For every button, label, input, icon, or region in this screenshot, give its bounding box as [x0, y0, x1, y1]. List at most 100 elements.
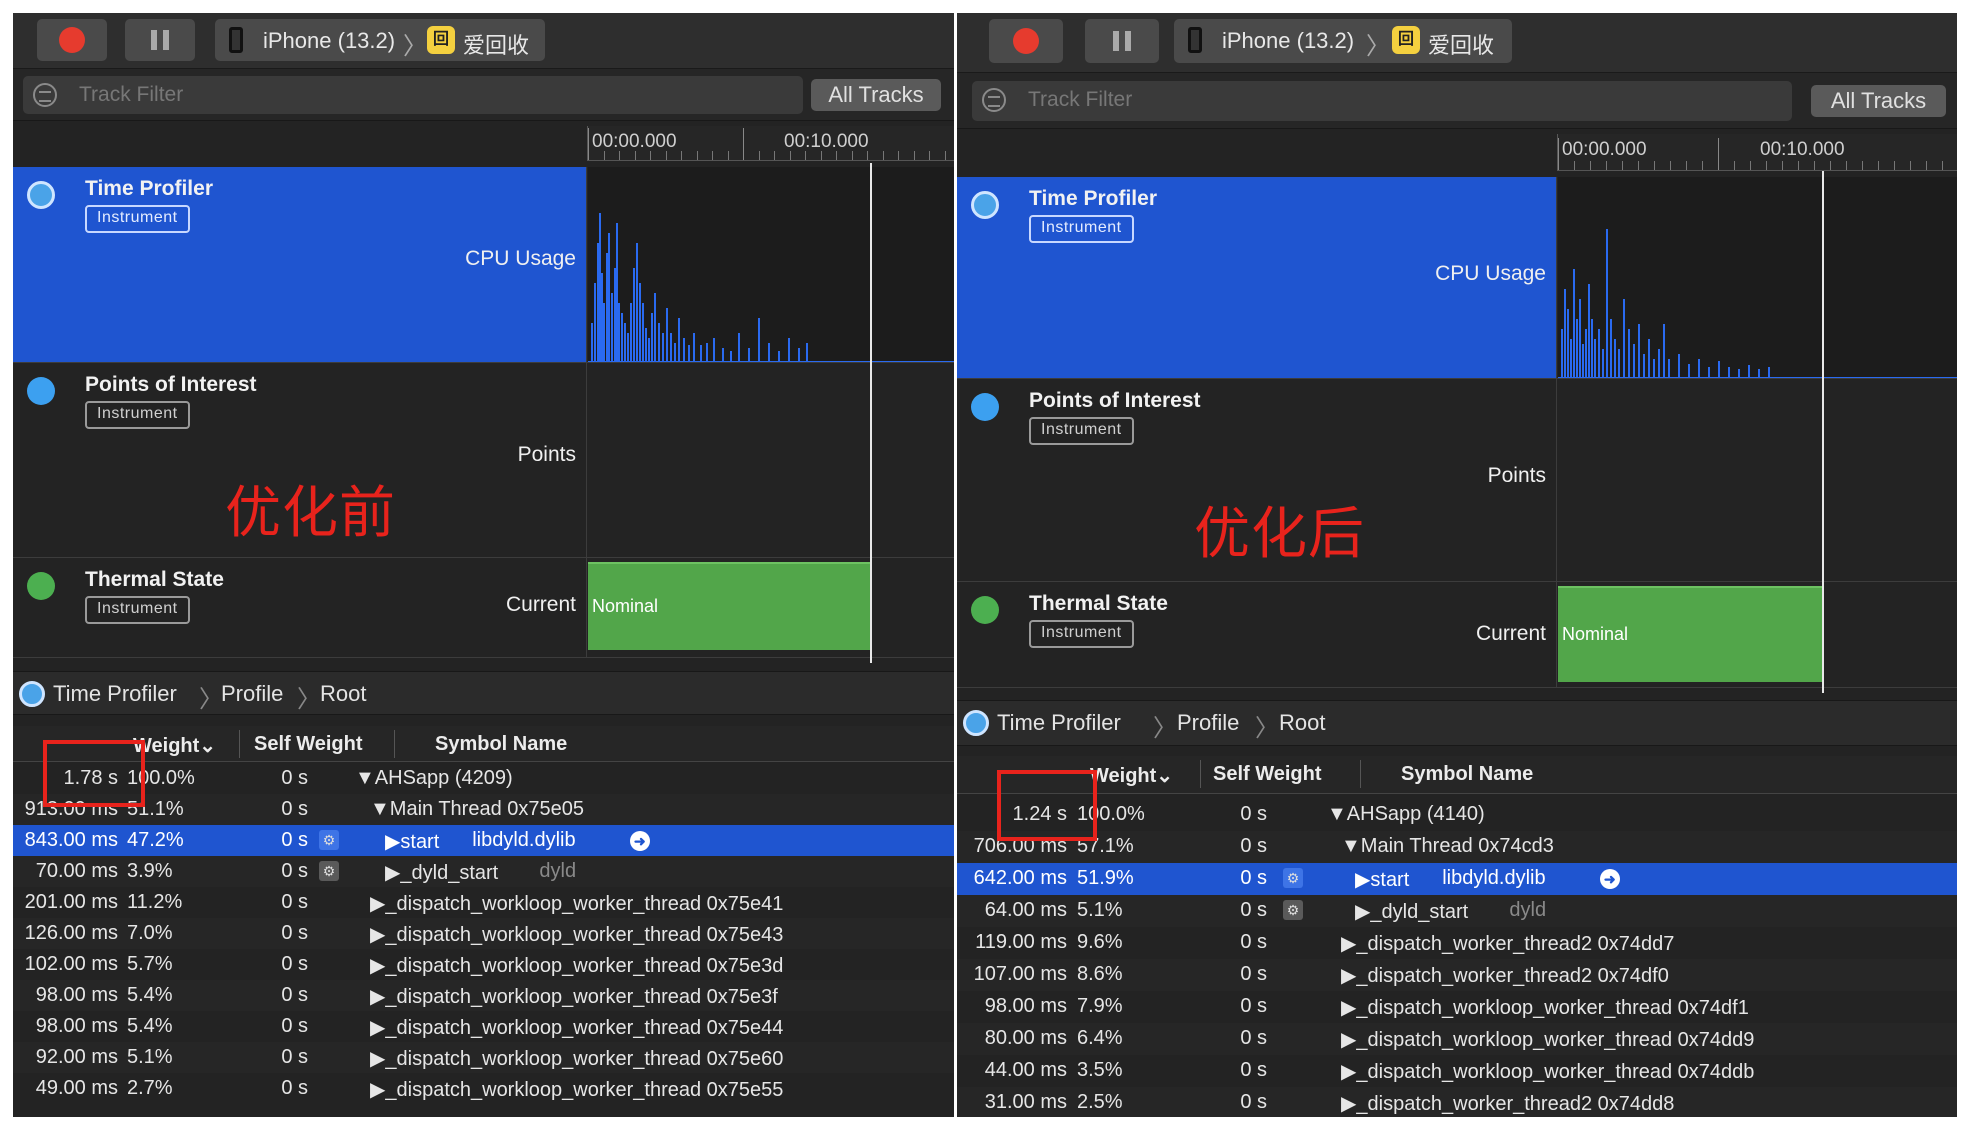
- breadcrumb: Time Profiler 〉 Profile 〉 Root: [13, 671, 954, 715]
- weight-percent: 2.7%: [127, 1077, 173, 1099]
- track-filter-field[interactable]: Track Filter: [972, 81, 1792, 121]
- call-tree-row[interactable]: 126.00 ms 7.0% 0 s ▶_dispatch_workloop_work…: [13, 918, 954, 949]
- playhead-line[interactable]: [1822, 171, 1824, 693]
- gear-icon[interactable]: ⚙: [319, 861, 339, 881]
- gear-icon[interactable]: ⚙: [319, 830, 339, 850]
- call-tree-row[interactable]: 1.78 s 100.0% 0 s ▼AHSapp (4209): [13, 763, 954, 794]
- cpu-usage-graph[interactable]: [588, 167, 954, 362]
- symbol-name: ▶_dispatch_workloop_worker_thread 0x74dd…: [1341, 1061, 1755, 1083]
- call-tree-row[interactable]: 119.00 ms 9.6% 0 s ▶_dispatch_worker_thread…: [957, 927, 1957, 959]
- call-tree-row[interactable]: 70.00 ms 3.9% 0 s ▶_dyld_start ⚙ dyld: [13, 856, 954, 887]
- playhead-line[interactable]: [870, 163, 872, 663]
- cpu-usage-bar: [748, 348, 750, 362]
- breadcrumb-item[interactable]: Root: [320, 681, 366, 707]
- breadcrumb-item[interactable]: Root: [1279, 710, 1325, 736]
- cpu-usage-bar: [1598, 329, 1600, 378]
- call-tree-row[interactable]: 44.00 ms 3.5% 0 s ▶_dispatch_workloop_worke…: [957, 1055, 1957, 1087]
- call-tree-row[interactable]: 31.00 ms 2.5% 0 s ▶_dispatch_worker_thread2…: [957, 1087, 1957, 1117]
- record-button[interactable]: [989, 19, 1063, 63]
- cpu-usage-bar: [1718, 361, 1720, 378]
- ruler-tick: [1942, 161, 1943, 170]
- weight-percent: 3.9%: [127, 860, 173, 882]
- all-tracks-button[interactable]: All Tracks: [811, 79, 941, 111]
- timeline-ruler[interactable]: 00:00.000 00:10.000: [587, 126, 954, 161]
- ruler-tick: [820, 151, 822, 160]
- symbol-name: ▶_dyld_start: [385, 862, 499, 884]
- breadcrumb-item[interactable]: Time Profiler: [53, 681, 177, 707]
- all-tracks-button[interactable]: All Tracks: [1811, 85, 1946, 117]
- cpu-usage-bar: [1576, 319, 1578, 378]
- target-selector[interactable]: iPhone (13.2) 〉 回 爱回收: [1174, 19, 1512, 63]
- cpu-usage-bar: [1688, 364, 1690, 378]
- target-selector[interactable]: iPhone (13.2) 〉 回 爱回收: [215, 19, 545, 61]
- ruler-tick: [882, 151, 884, 160]
- cpu-usage-bar: [594, 283, 596, 362]
- instrument-badge: Instrument: [85, 401, 190, 429]
- weight-value: 64.00 ms: [984, 899, 1067, 921]
- ruler-tick: [1910, 161, 1911, 170]
- cpu-usage-bar: [1633, 344, 1635, 378]
- gear-icon[interactable]: ⚙: [1283, 868, 1303, 888]
- iphone-icon: [1188, 27, 1202, 53]
- track-thermal-state[interactable]: Thermal State Instrument Current Nominal: [13, 558, 954, 658]
- call-tree-row[interactable]: 706.00 ms 57.1% 0 s ▼Main Thread 0x74cd3: [957, 831, 1957, 863]
- timeline-ruler[interactable]: 00:00.000 00:10.000: [1557, 134, 1957, 171]
- symbol-name: ▶_dyld_start: [1355, 901, 1469, 923]
- cpu-usage-bar: [1614, 339, 1616, 378]
- cpu-usage-bar: [678, 318, 680, 362]
- symbol-name: ▶start: [1355, 869, 1410, 891]
- call-tree-row[interactable]: 98.00 ms 5.4% 0 s ▶_dispatch_workloop_worke…: [13, 980, 954, 1011]
- go-arrow-icon[interactable]: ➜: [1599, 869, 1620, 889]
- track-thermal-state[interactable]: Thermal State Instrument Current Nominal: [957, 582, 1957, 688]
- call-tree-header: Weight⌄ Self Weight Symbol Name: [957, 756, 1957, 794]
- call-tree-row[interactable]: 64.00 ms 5.1% 0 s ▶_dyld_start ⚙ dyld: [957, 895, 1957, 927]
- gear-icon[interactable]: ⚙: [1283, 900, 1303, 920]
- call-tree-row[interactable]: 107.00 ms 8.6% 0 s ▶_dispatch_worker_thread…: [957, 959, 1957, 991]
- track-points-of-interest[interactable]: Points of Interest Instrument Points: [13, 363, 954, 558]
- pause-button[interactable]: [1085, 19, 1159, 63]
- call-tree-row[interactable]: 98.00 ms 5.4% 0 s ▶_dispatch_workloop_worke…: [13, 1011, 954, 1042]
- cpu-usage-bar: [591, 323, 593, 362]
- filter-icon: [982, 88, 1006, 112]
- app-icon: 回: [1392, 26, 1420, 54]
- call-tree-row[interactable]: 80.00 ms 6.4% 0 s ▶_dispatch_workloop_worke…: [957, 1023, 1957, 1055]
- record-button[interactable]: [37, 19, 107, 61]
- ruler-tick: [1686, 161, 1687, 170]
- track-time-profiler[interactable]: Time Profiler Instrument CPU Usage: [957, 177, 1957, 379]
- breadcrumb-item[interactable]: Profile: [1177, 710, 1239, 736]
- cpu-usage-bar: [1602, 349, 1604, 378]
- call-tree-row[interactable]: 98.00 ms 7.9% 0 s ▶_dispatch_workloop_worke…: [957, 991, 1957, 1023]
- column-weight[interactable]: Weight⌄: [1090, 763, 1173, 788]
- column-self-weight[interactable]: Self Weight: [1213, 763, 1322, 786]
- track-filter-placeholder: Track Filter: [79, 83, 184, 106]
- self-weight-value: 0 s: [1240, 899, 1267, 921]
- highlight-box: [43, 740, 145, 807]
- self-weight-value: 0 s: [281, 767, 308, 789]
- track-subtitle: Points: [517, 443, 576, 466]
- call-tree-row[interactable]: 92.00 ms 5.1% 0 s ▶_dispatch_workloop_worke…: [13, 1042, 954, 1073]
- toolbar: iPhone (13.2) 〉 回 爱回收: [13, 13, 954, 69]
- pause-button[interactable]: [125, 19, 195, 61]
- call-tree-row[interactable]: 642.00 ms 51.9% 0 s ▶start ⚙ libdyld.dylib ➜: [957, 863, 1957, 895]
- column-symbol-name[interactable]: Symbol Name: [1401, 763, 1533, 786]
- call-tree-row[interactable]: 1.24 s 100.0% 0 s ▼AHSapp (4140): [957, 799, 1957, 831]
- ruler-tick: [851, 151, 853, 160]
- call-tree-row[interactable]: 201.00 ms 11.2% 0 s ▶_dispatch_workloop_wor…: [13, 887, 954, 918]
- call-tree-row[interactable]: 49.00 ms 2.7% 0 s ▶_dispatch_workloop_worke…: [13, 1073, 954, 1104]
- breadcrumb-item[interactable]: Time Profiler: [997, 710, 1121, 736]
- column-self-weight[interactable]: Self Weight: [254, 733, 363, 756]
- cpu-usage-bar: [1567, 309, 1569, 378]
- call-tree-row[interactable]: 843.00 ms 47.2% 0 s ▶start ⚙ libdyld.dylib ➜: [13, 825, 954, 856]
- device-name: iPhone (13.2): [1222, 28, 1355, 53]
- track-time-profiler[interactable]: Time Profiler Instrument CPU Usage: [13, 167, 954, 363]
- time-profiler-icon: [971, 191, 999, 219]
- go-arrow-icon[interactable]: ➜: [629, 831, 650, 851]
- track-filter-field[interactable]: Track Filter: [23, 76, 803, 114]
- breadcrumb-item[interactable]: Profile: [221, 681, 283, 707]
- cpu-usage-graph[interactable]: [1558, 177, 1957, 378]
- call-tree-row[interactable]: 102.00 ms 5.7% 0 s ▶_dispatch_workloop_work…: [13, 949, 954, 980]
- track-points-of-interest[interactable]: Points of Interest Instrument Points: [957, 379, 1957, 582]
- column-symbol-name[interactable]: Symbol Name: [435, 733, 567, 756]
- column-weight[interactable]: Weight⌄: [133, 733, 216, 758]
- call-tree-row[interactable]: 913.00 ms 51.1% 0 s ▼Main Thread 0x75e05: [13, 794, 954, 825]
